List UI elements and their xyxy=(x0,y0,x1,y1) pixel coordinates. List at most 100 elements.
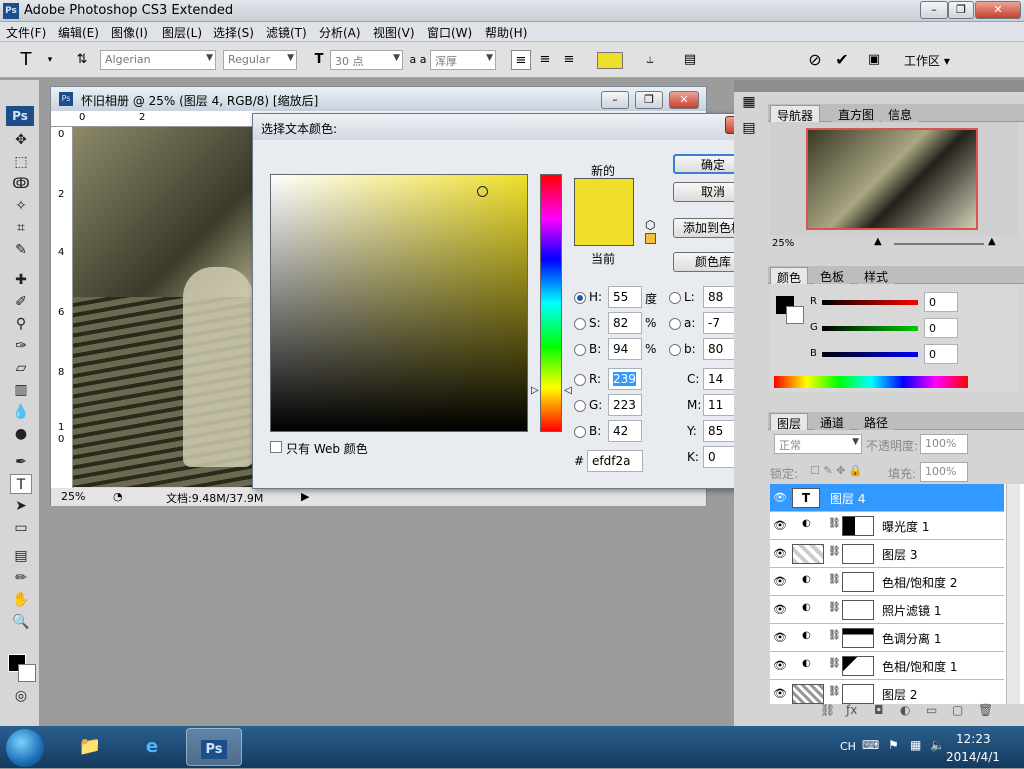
tab-layers[interactable]: 图层 xyxy=(770,413,809,431)
layer-row[interactable]: 👁 ◐ ⛓ 曝光度 1 xyxy=(770,512,1004,540)
visibility-eye-icon[interactable]: 👁 xyxy=(773,624,787,652)
layer-row[interactable]: 👁 T 图层 4 xyxy=(770,484,1004,512)
color-g-slider[interactable] xyxy=(822,326,918,331)
align-center-icon[interactable]: ≡ xyxy=(535,50,555,70)
magenta-input[interactable]: 11 xyxy=(703,394,735,416)
pen-tool-icon[interactable]: ✒ xyxy=(10,452,32,472)
doc-minimize-button[interactable]: – xyxy=(601,91,629,109)
status-arrow-icon[interactable]: ▶ xyxy=(301,490,309,503)
zoom-level[interactable]: 25% xyxy=(61,490,85,503)
shape-tool-icon[interactable]: ▭ xyxy=(10,518,32,538)
fill-input[interactable]: 100% xyxy=(920,462,968,482)
font-family-select[interactable]: Algerian ▼ xyxy=(100,50,216,70)
web-safe-swatch[interactable] xyxy=(645,233,656,244)
link-layers-icon[interactable]: ⛓ xyxy=(820,703,835,717)
stamp-tool-icon[interactable]: ⚲ xyxy=(10,314,32,334)
black-input[interactable]: 0 xyxy=(703,446,735,468)
commit-edit-icon[interactable]: ✔ xyxy=(832,50,852,70)
language-indicator[interactable]: CH xyxy=(840,740,856,753)
close-window-button[interactable]: ✕ xyxy=(975,1,1021,19)
visibility-eye-icon[interactable]: 👁 xyxy=(773,484,787,512)
add-mask-icon[interactable]: ◘ xyxy=(874,703,884,717)
align-right-icon[interactable]: ≡ xyxy=(559,50,579,70)
delete-layer-icon[interactable]: 🗑 xyxy=(978,703,993,717)
lab-a-radio[interactable] xyxy=(669,318,681,330)
menu-select[interactable]: 选择(S) xyxy=(213,24,254,41)
lab-b-radio[interactable] xyxy=(669,344,681,356)
navigator-thumbnail[interactable] xyxy=(806,128,978,230)
new-group-icon[interactable]: ▭ xyxy=(926,703,937,717)
visibility-eye-icon[interactable]: 👁 xyxy=(773,652,787,680)
brightness-input[interactable]: 94 xyxy=(608,338,642,360)
zoom-out-icon[interactable]: ▲ xyxy=(874,236,882,247)
marquee-tool-icon[interactable]: ⬚ xyxy=(10,152,32,172)
green-input[interactable]: 223 xyxy=(608,394,642,416)
workspace-menu[interactable]: 工作区 ▾ xyxy=(904,52,950,69)
clock-time[interactable]: 12:23 xyxy=(956,732,991,746)
text-orientation-icon[interactable]: ⇅ xyxy=(72,50,92,70)
minimize-button[interactable]: – xyxy=(920,1,948,19)
cyan-input[interactable]: 14 xyxy=(703,368,735,390)
tab-histogram[interactable]: 直方图 xyxy=(832,105,881,122)
tab-swatches[interactable]: 色板 xyxy=(814,267,851,284)
blend-mode-select[interactable]: 正常 ▼ xyxy=(774,434,862,454)
text-color-swatch[interactable] xyxy=(597,52,623,69)
hue-radio[interactable] xyxy=(574,292,586,304)
new-adjustment-icon[interactable]: ◐ xyxy=(900,703,910,717)
zoom-tool-icon[interactable]: 🔍 xyxy=(10,612,32,632)
character-panel-icon[interactable]: ▤ xyxy=(680,50,700,70)
notes-tool-icon[interactable]: ▤ xyxy=(10,546,32,566)
keyboard-icon[interactable]: ⌨ xyxy=(862,738,879,752)
tab-color[interactable]: 颜色 xyxy=(770,267,809,285)
layer-style-icon[interactable]: ƒx xyxy=(846,703,857,717)
panel-icon[interactable]: ▦ xyxy=(738,94,760,116)
lasso-tool-icon[interactable]: ↂ xyxy=(10,174,32,194)
font-style-select[interactable]: Regular ▼ xyxy=(223,50,297,70)
doc-close-button[interactable]: ✕ xyxy=(669,91,699,109)
eraser-tool-icon[interactable]: ▱ xyxy=(10,358,32,378)
explorer-taskbar-icon[interactable]: 📁 xyxy=(62,728,118,766)
tab-paths[interactable]: 路径 xyxy=(858,413,895,430)
hex-input[interactable]: efdf2a xyxy=(587,450,643,472)
warp-text-icon[interactable]: ⥿ xyxy=(640,50,660,70)
type-tool-icon[interactable]: T xyxy=(10,474,32,494)
menu-window[interactable]: 窗口(W) xyxy=(427,24,472,41)
dodge-tool-icon[interactable]: ● xyxy=(10,424,32,444)
color-r-slider[interactable] xyxy=(822,300,918,305)
slice-tool-icon[interactable]: ✎ xyxy=(10,240,32,260)
color-field-cursor-icon[interactable] xyxy=(477,186,488,197)
move-tool-icon[interactable]: ✥ xyxy=(10,130,32,150)
opacity-input[interactable]: 100% xyxy=(920,434,968,454)
align-left-icon[interactable]: ≡ xyxy=(511,50,531,70)
red-radio[interactable] xyxy=(574,374,586,386)
zoom-slider[interactable] xyxy=(894,243,984,245)
menu-image[interactable]: 图像(I) xyxy=(111,24,148,41)
hue-slider-right-arrow-icon[interactable]: ◁ xyxy=(564,385,572,396)
hand-tool-icon[interactable]: ✋ xyxy=(10,590,32,610)
saturation-input[interactable]: 82 xyxy=(608,312,642,334)
color-b-slider[interactable] xyxy=(822,352,918,357)
menu-edit[interactable]: 编辑(E) xyxy=(58,24,99,41)
history-icon[interactable]: ▤ xyxy=(738,120,760,142)
clock-date[interactable]: 2014/4/1 xyxy=(946,750,1000,764)
layer-row[interactable]: 👁 ◐ ⛓ 照片滤镜 1 xyxy=(770,596,1004,624)
crop-tool-icon[interactable]: ⌗ xyxy=(10,218,32,238)
layer-row[interactable]: 👁 ◐ ⛓ 色相/饱和度 1 xyxy=(770,652,1004,680)
blue-radio[interactable] xyxy=(574,426,586,438)
new-layer-icon[interactable]: ▢ xyxy=(952,703,963,717)
type-tool-icon[interactable]: T xyxy=(16,50,36,70)
eyedropper-tool-icon[interactable]: ✏ xyxy=(10,568,32,588)
color-r-input[interactable]: 0 xyxy=(924,292,958,312)
menu-layer[interactable]: 图层(L) xyxy=(162,24,202,41)
font-size-select[interactable]: 30 点 ▼ xyxy=(330,50,403,70)
bridge-icon[interactable]: ▣ xyxy=(864,50,884,70)
tab-channels[interactable]: 通道 xyxy=(814,413,851,430)
layer-row[interactable]: 👁 ◐ ⛓ 色调分离 1 xyxy=(770,624,1004,652)
color-panel-background[interactable] xyxy=(786,306,804,324)
zoom-in-icon[interactable]: ▲ xyxy=(988,236,996,247)
menu-file[interactable]: 文件(F) xyxy=(6,24,46,41)
status-menu-icon[interactable]: ◔ xyxy=(113,490,123,503)
current-color-swatch[interactable] xyxy=(574,212,634,246)
cancel-edit-icon[interactable]: ⊘ xyxy=(805,50,825,70)
tool-preset-dropdown-icon[interactable]: ▾ xyxy=(40,50,60,70)
